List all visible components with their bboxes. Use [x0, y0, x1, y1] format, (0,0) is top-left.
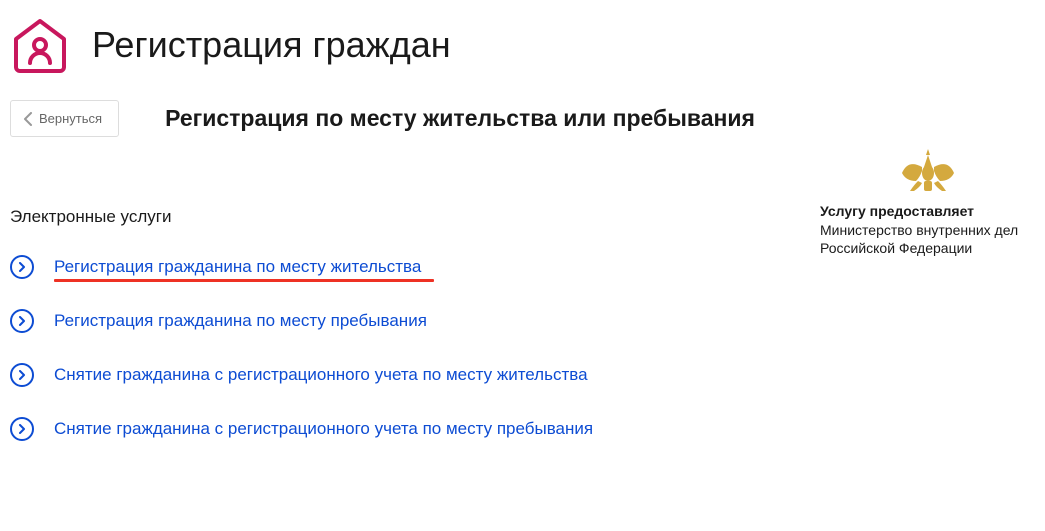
provider-name: Министерство внутренних дел Российской Ф…	[820, 221, 1035, 257]
highlight-underline	[54, 279, 434, 282]
coat-of-arms-icon	[898, 147, 958, 195]
arrow-right-circle-icon	[10, 363, 34, 387]
arrow-right-circle-icon	[10, 255, 34, 279]
service-item: Снятие гражданина с регистрационного уче…	[10, 417, 1035, 441]
service-link-residence-removal[interactable]: Снятие гражданина с регистрационного уче…	[54, 365, 588, 385]
nav-row: Вернуться Регистрация по месту жительств…	[0, 100, 1045, 137]
arrow-right-circle-icon	[10, 417, 34, 441]
service-item: Снятие гражданина с регистрационного уче…	[10, 363, 1035, 387]
page-header: Регистрация граждан	[0, 0, 1045, 100]
back-button[interactable]: Вернуться	[10, 100, 119, 137]
house-user-icon	[10, 15, 70, 75]
arrow-right-circle-icon	[10, 309, 34, 333]
back-button-label: Вернуться	[39, 111, 102, 126]
provider-box: Услугу предоставляет Министерство внутре…	[820, 147, 1035, 257]
page-title: Регистрация граждан	[92, 24, 451, 66]
chevron-left-icon	[23, 112, 33, 126]
main-content: Услугу предоставляет Министерство внутре…	[0, 207, 1045, 441]
service-link-stay-registration[interactable]: Регистрация гражданина по месту пребыван…	[54, 311, 427, 331]
provider-label: Услугу предоставляет	[820, 203, 1035, 219]
service-link-residence-registration[interactable]: Регистрация гражданина по месту жительст…	[54, 257, 421, 277]
service-link-stay-removal[interactable]: Снятие гражданина с регистрационного уче…	[54, 419, 593, 439]
service-item: Регистрация гражданина по месту пребыван…	[10, 309, 1035, 333]
service-item: Регистрация гражданина по месту жительст…	[10, 255, 1035, 279]
page-subtitle: Регистрация по месту жительства или преб…	[165, 105, 755, 132]
service-list: Регистрация гражданина по месту жительст…	[10, 255, 1035, 441]
